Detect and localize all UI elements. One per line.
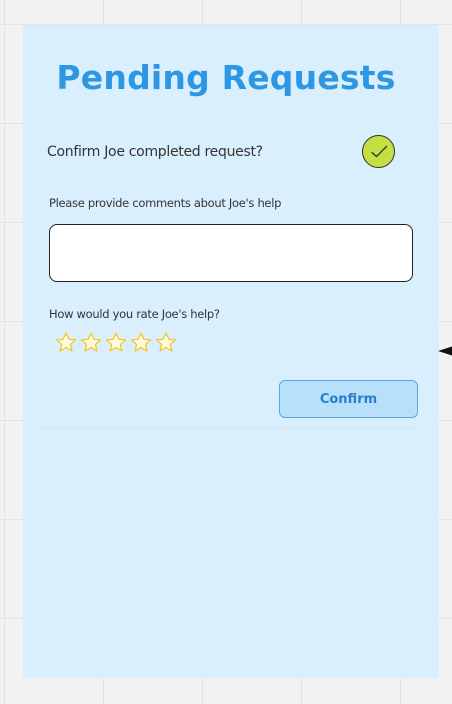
star-outline-icon[interactable] [105,332,127,353]
connector-arrow-icon [438,346,452,356]
star-outline-icon[interactable] [80,332,102,353]
star-rating [55,332,177,353]
page-title: Pending Requests [56,58,396,97]
divider [39,427,419,428]
completion-question: Confirm Joe completed request? [47,144,263,160]
star-outline-icon[interactable] [130,332,152,353]
star-outline-icon[interactable] [55,332,77,353]
comments-input[interactable] [49,224,413,282]
comments-label: Please provide comments about Joe's help [49,196,282,210]
completion-checkbox[interactable] [362,135,395,168]
rating-label: How would you rate Joe's help? [49,307,220,321]
star-outline-icon[interactable] [155,332,177,353]
check-circle-icon [371,145,388,158]
confirm-button[interactable]: Confirm [279,380,418,418]
